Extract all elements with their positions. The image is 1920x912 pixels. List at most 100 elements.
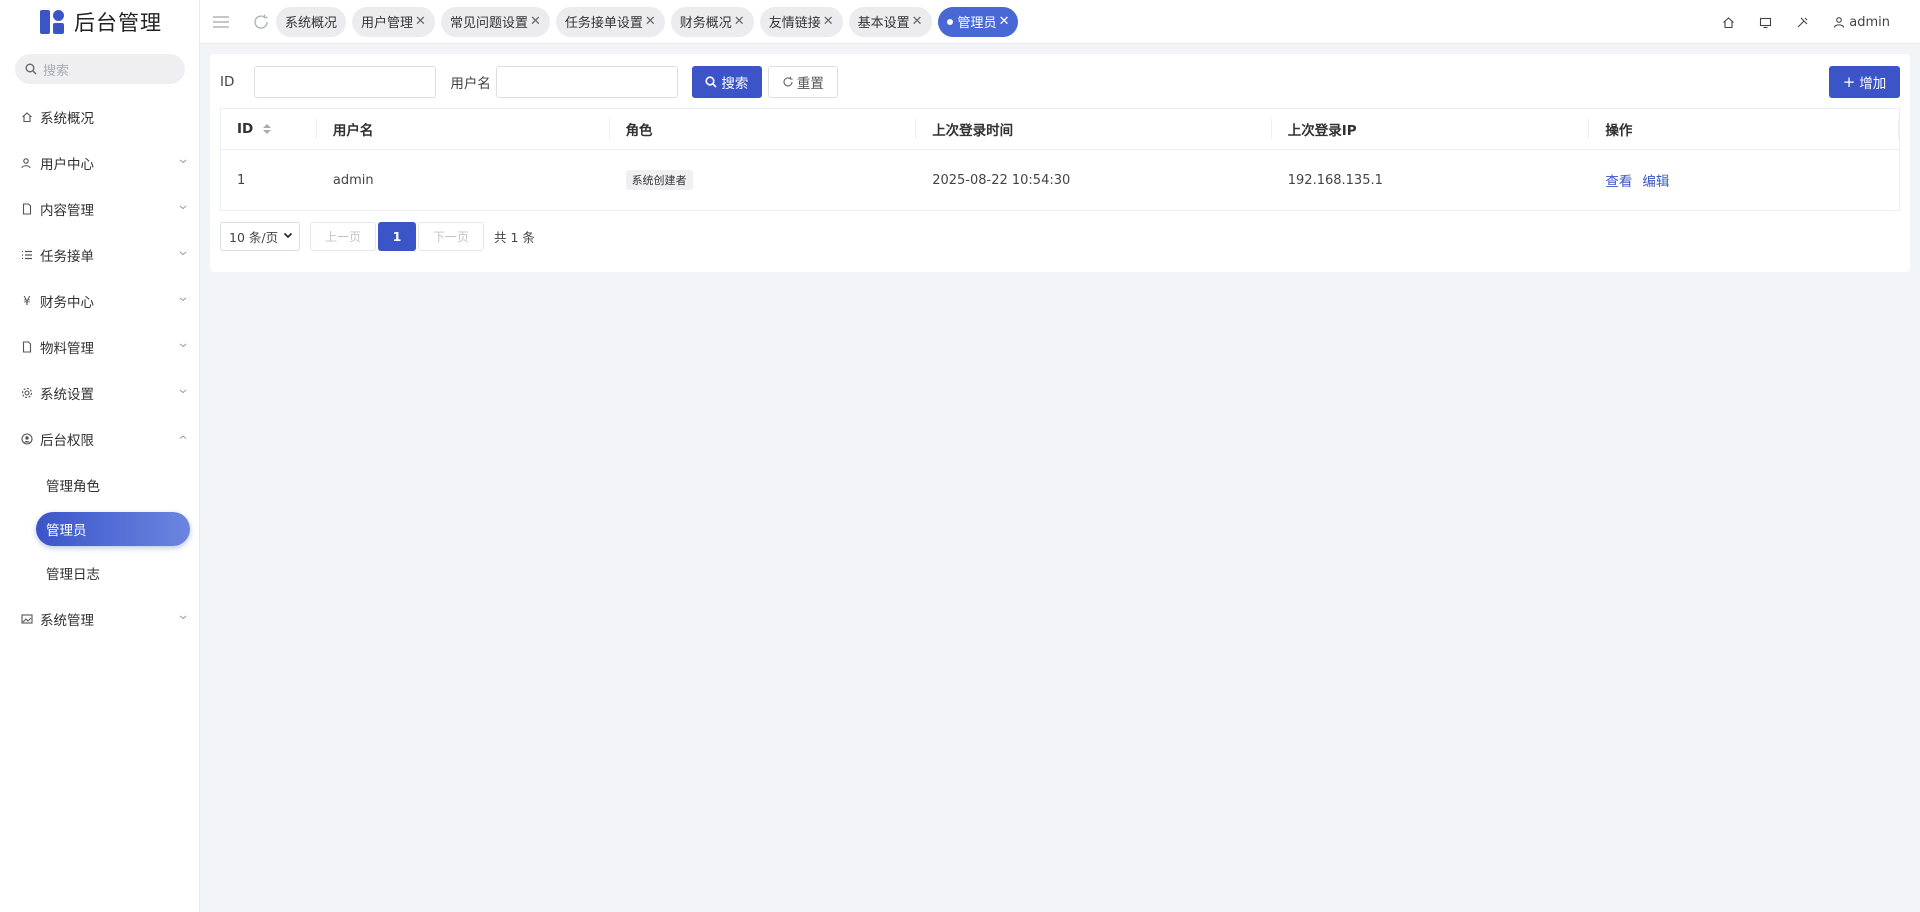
refresh-icon	[783, 76, 793, 87]
sidebar-item-label: 管理角色	[46, 479, 100, 495]
page-number-button[interactable]: 1	[378, 222, 416, 251]
refresh-icon[interactable]	[252, 13, 270, 31]
column-header-username: 用户名	[317, 109, 610, 149]
monitor-icon[interactable]	[1759, 16, 1776, 29]
sidebar-item-label: 管理日志	[46, 567, 100, 583]
tab-basic-settings[interactable]: 基本设置 ✕	[848, 6, 932, 37]
close-icon[interactable]: ✕	[530, 14, 541, 29]
sidebar-item-settings[interactable]: 系统设置	[0, 370, 199, 416]
app-logo[interactable]: 后台管理	[0, 0, 199, 44]
tab-overview[interactable]: 系统概况	[276, 6, 347, 37]
chevron-up-icon	[179, 435, 187, 439]
next-page-button[interactable]: 下一页	[418, 222, 484, 251]
tab-admins[interactable]: 管理员 ✕	[937, 6, 1019, 37]
close-icon[interactable]: ✕	[823, 14, 834, 29]
home-icon[interactable]	[1722, 16, 1739, 29]
tab-label: 任务接单设置	[564, 16, 643, 31]
tab-bar: 系统概况 用户管理 ✕ 常见问题设置 ✕ 任务接单设置 ✕ 财务概况 ✕ 友情链接 ✕ 基…	[276, 6, 1024, 37]
sidebar-item-finance[interactable]: ¥ 财务中心	[0, 278, 199, 324]
column-header-last-login: 上次登录时间	[916, 109, 1272, 149]
pagination: 10 条/页 上一页 1 下一页 共 1 条	[220, 222, 535, 251]
search-button-label: 搜索	[721, 76, 749, 92]
document-icon	[20, 340, 34, 354]
sidebar-item-label: 系统设置	[40, 387, 94, 403]
tab-task-settings[interactable]: 任务接单设置 ✕	[555, 6, 665, 37]
next-page-label: 下一页	[432, 230, 469, 244]
chevron-down-icon	[179, 297, 187, 302]
sidebar-item-system[interactable]: 系统管理	[0, 596, 199, 642]
tools-icon[interactable]	[1796, 16, 1813, 29]
prev-page-button[interactable]: 上一页	[310, 222, 376, 251]
user-icon	[1834, 17, 1845, 28]
sort-icon[interactable]	[263, 124, 272, 134]
app-title: 后台管理	[74, 11, 162, 35]
filter-bar: ID 用户名 搜索 重置	[220, 66, 838, 98]
tab-faq-settings[interactable]: 常见问题设置 ✕	[440, 6, 550, 37]
column-header-actions: 操作	[1589, 109, 1899, 149]
logo-icon	[40, 10, 64, 34]
username-input[interactable]	[495, 66, 678, 98]
column-header-label: 上次登录IP	[1287, 123, 1357, 139]
sidebar-item-label: 后台权限	[40, 433, 94, 449]
sidebar-item-permissions[interactable]: 后台权限	[0, 416, 199, 462]
close-icon[interactable]: ✕	[999, 14, 1010, 29]
add-button[interactable]: + 增加	[1829, 66, 1900, 98]
tab-user-management[interactable]: 用户管理 ✕	[352, 6, 435, 37]
admin-list-card: ID 用户名 搜索 重置 + 增加 ID 用户名 角色 上次登录时间 上次登录I…	[210, 54, 1910, 272]
user-menu[interactable]: admin	[1833, 15, 1890, 30]
edit-link[interactable]: 编辑	[1642, 170, 1669, 190]
tab-finance-overview[interactable]: 财务概况 ✕	[670, 6, 754, 37]
view-link[interactable]: 查看	[1605, 170, 1632, 190]
sidebar-item-overview[interactable]: 系统概况	[0, 94, 199, 140]
column-header-id[interactable]: ID	[221, 109, 317, 149]
tab-label: 基本设置	[857, 16, 910, 31]
add-button-label: 增加	[1859, 76, 1887, 92]
tab-label: 管理员	[957, 16, 997, 31]
home-icon	[20, 110, 34, 124]
column-header-label: 用户名	[332, 123, 374, 139]
chevron-down-icon	[179, 251, 187, 256]
close-icon[interactable]: ✕	[415, 14, 426, 29]
close-icon[interactable]: ✕	[912, 14, 923, 29]
tab-label: 常见问题设置	[449, 16, 528, 31]
menu-toggle-icon[interactable]	[212, 13, 230, 31]
sidebar-item-user-center[interactable]: 用户中心	[0, 140, 199, 186]
sidebar-item-label: 用户中心	[40, 157, 94, 173]
sidebar-item-tasks[interactable]: 任务接单	[0, 232, 199, 278]
tab-label: 财务概况	[679, 16, 732, 31]
close-icon[interactable]: ✕	[734, 14, 745, 29]
sidebar-item-admins[interactable]: 管理员	[36, 512, 190, 546]
sidebar: 后台管理 搜索 系统概况 用户中心 内容管理 任务接单 ¥ 财务中心 物料管理 …	[0, 0, 200, 912]
admin-table: ID 用户名 角色 上次登录时间 上次登录IP 操作 1 admin 系统创建者…	[220, 108, 1900, 211]
sidebar-item-label: 系统概况	[40, 111, 94, 127]
chevron-down-icon	[179, 159, 187, 164]
sidebar-search-placeholder: 搜索	[43, 63, 70, 79]
reset-button[interactable]: 重置	[767, 66, 838, 98]
sidebar-item-logs[interactable]: 管理日志	[0, 550, 199, 596]
column-header-label: 角色	[625, 123, 653, 139]
sidebar-item-label: 财务中心	[40, 295, 94, 311]
active-dot-icon	[946, 18, 953, 25]
sidebar-item-materials[interactable]: 物料管理	[0, 324, 199, 370]
sidebar-item-content[interactable]: 内容管理	[0, 186, 199, 232]
plus-icon: +	[1842, 73, 1856, 91]
cell-username: admin	[332, 172, 374, 188]
page-size-select[interactable]: 10 条/页	[220, 222, 300, 251]
tab-label: 友情链接	[768, 16, 821, 31]
image-icon	[20, 612, 34, 626]
sidebar-item-label: 内容管理	[40, 203, 94, 219]
column-header-label: 操作	[1605, 123, 1633, 139]
id-input[interactable]	[254, 66, 437, 98]
username-label: admin	[1849, 14, 1890, 30]
cell-ip: 192.168.135.1	[1287, 172, 1383, 188]
topbar-actions: admin	[1702, 0, 1890, 44]
yen-icon: ¥	[23, 294, 31, 308]
permissions-submenu: 管理角色 管理员 管理日志	[0, 462, 199, 596]
close-icon[interactable]: ✕	[645, 14, 656, 29]
page-number-label: 1	[392, 229, 402, 244]
search-button[interactable]: 搜索	[691, 66, 762, 98]
column-header-role: 角色	[610, 109, 917, 149]
sidebar-search-input[interactable]: 搜索	[15, 54, 185, 84]
sidebar-item-roles[interactable]: 管理角色	[0, 462, 199, 508]
tab-friendly-links[interactable]: 友情链接 ✕	[759, 6, 843, 37]
